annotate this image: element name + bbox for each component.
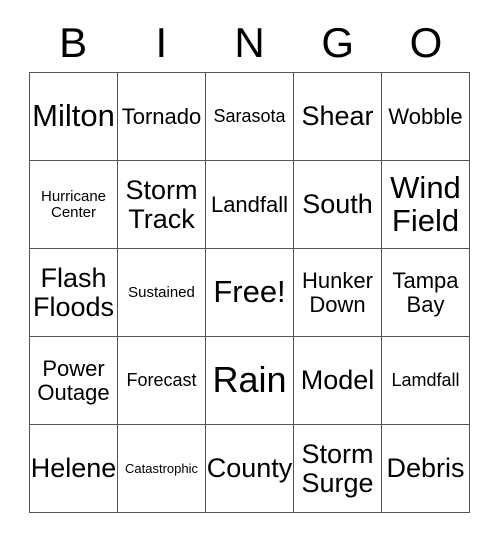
bingo-cell-b4-label: Power Outage	[37, 356, 110, 405]
header-letter-g: G	[294, 14, 382, 72]
bingo-cell-o3[interactable]: Tampa Bay	[382, 249, 470, 337]
bingo-cell-i2[interactable]: Storm Track	[118, 161, 206, 249]
bingo-cell-o5-label: Debris	[386, 453, 465, 484]
header-letter-n-text: N	[234, 19, 265, 66]
bingo-cell-o5[interactable]: Debris	[382, 425, 470, 513]
bingo-cell-o1[interactable]: Wobble	[382, 73, 470, 161]
bingo-grid: Milton Tornado Sarasota Shear Wobble Hur…	[29, 72, 470, 513]
header-letter-b: B	[29, 14, 117, 72]
bingo-cell-i3[interactable]: Sustained	[118, 249, 206, 337]
bingo-cell-b5-label: Helene	[30, 453, 117, 484]
header-letter-o: O	[382, 14, 470, 72]
bingo-cell-free[interactable]: Free!	[206, 249, 294, 337]
bingo-cell-b5[interactable]: Helene	[30, 425, 118, 513]
bingo-cell-o2[interactable]: Wind Field	[382, 161, 470, 249]
bingo-cell-free-label: Free!	[213, 274, 286, 310]
header-letter-b-text: B	[59, 19, 88, 66]
bingo-cell-i5[interactable]: Catastrophic	[118, 425, 206, 513]
bingo-cell-o2-label: Wind Field	[390, 169, 461, 238]
bingo-cell-i1-label: Tornado	[121, 103, 202, 129]
bingo-cell-i5-label: Catastrophic	[125, 460, 198, 476]
bingo-cell-g5[interactable]: Storm Surge	[294, 425, 382, 513]
header-letter-i-text: I	[155, 19, 168, 66]
bingo-cell-n4-label: Rain	[212, 359, 287, 401]
bingo-cell-b1[interactable]: Milton	[30, 73, 118, 161]
bingo-cell-i3-label: Sustained	[128, 283, 195, 301]
bingo-card: B I N G O Milton Tornado Sarasota Shear …	[0, 0, 500, 544]
bingo-cell-o4[interactable]: Lamdfall	[382, 337, 470, 425]
bingo-cell-g3-label: Hunker Down	[302, 268, 373, 317]
bingo-cell-g2-label: South	[302, 189, 373, 220]
bingo-cell-i2-label: Storm Track	[125, 174, 198, 234]
bingo-cell-n4[interactable]: Rain	[206, 337, 294, 425]
bingo-cell-g1-label: Shear	[301, 101, 374, 132]
bingo-cell-n1[interactable]: Sarasota	[206, 73, 294, 161]
bingo-cell-b2-label: Hurricane Center	[40, 187, 107, 221]
bingo-cell-b4[interactable]: Power Outage	[30, 337, 118, 425]
bingo-cell-o1-label: Wobble	[388, 103, 463, 129]
bingo-cell-g2[interactable]: South	[294, 161, 382, 249]
bingo-cell-b3-label: Flash Floods	[32, 262, 115, 322]
bingo-cell-b3[interactable]: Flash Floods	[30, 249, 118, 337]
bingo-cell-i1[interactable]: Tornado	[118, 73, 206, 161]
bingo-cell-n5[interactable]: County	[206, 425, 294, 513]
bingo-cell-n2[interactable]: Landfall	[206, 161, 294, 249]
bingo-header-row: B I N G O	[29, 14, 470, 72]
header-letter-g-text: G	[321, 19, 355, 66]
bingo-cell-g5-label: Storm Surge	[301, 438, 374, 498]
bingo-cell-o3-label: Tampa Bay	[392, 268, 459, 317]
bingo-cell-b1-label: Milton	[32, 98, 115, 134]
header-letter-n: N	[205, 14, 293, 72]
bingo-cell-i4-label: Forecast	[126, 369, 197, 390]
bingo-cell-g4[interactable]: Model	[294, 337, 382, 425]
header-letter-o-text: O	[409, 19, 443, 66]
bingo-cell-g3[interactable]: Hunker Down	[294, 249, 382, 337]
bingo-cell-i4[interactable]: Forecast	[118, 337, 206, 425]
bingo-cell-n2-label: Landfall	[210, 191, 289, 217]
header-letter-i: I	[117, 14, 205, 72]
bingo-cell-b2[interactable]: Hurricane Center	[30, 161, 118, 249]
bingo-cell-n5-label: County	[206, 453, 293, 484]
bingo-cell-g1[interactable]: Shear	[294, 73, 382, 161]
bingo-cell-n1-label: Sarasota	[213, 105, 286, 126]
bingo-cell-g4-label: Model	[300, 365, 375, 396]
bingo-cell-o4-label: Lamdfall	[391, 369, 460, 390]
